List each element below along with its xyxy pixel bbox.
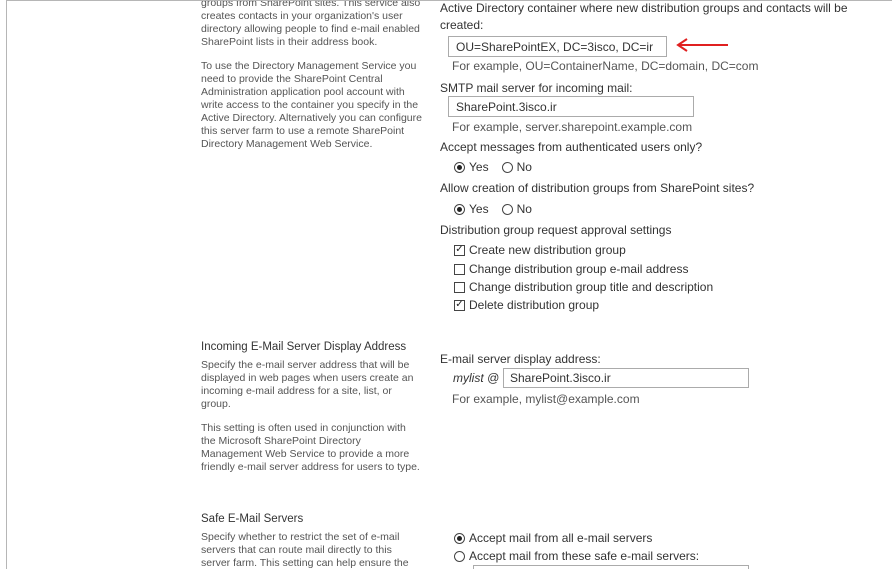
approval-option-label[interactable]: Change distribution group e-mail address bbox=[469, 262, 688, 276]
allow-creation-no-radio[interactable] bbox=[501, 203, 513, 215]
approval-option-change-title[interactable]: Change distribution group title and desc… bbox=[454, 280, 713, 294]
accept-all-label[interactable]: Accept mail from all e-mail servers bbox=[469, 531, 652, 545]
display-address-settings: E-mail server display address: mylist @ … bbox=[7, 341, 892, 421]
approval-option-delete[interactable]: ✓ Delete distribution group bbox=[454, 298, 599, 312]
allow-creation-label: Allow creation of distribution groups fr… bbox=[440, 181, 755, 195]
approval-option-create[interactable]: ✓ Create new distribution group bbox=[454, 243, 626, 257]
display-address-input[interactable] bbox=[503, 368, 749, 388]
allow-creation-radio-group: Yes No bbox=[454, 202, 545, 216]
smtp-example: For example, server.sharepoint.example.c… bbox=[452, 120, 693, 134]
accept-auth-no-radio[interactable] bbox=[501, 161, 513, 173]
container-example: For example, OU=ContainerName, DC=domain… bbox=[452, 59, 759, 73]
safe-servers-textarea[interactable] bbox=[473, 565, 749, 569]
checkbox-icon[interactable] bbox=[454, 281, 465, 293]
display-address-field-label: E-mail server display address: bbox=[440, 352, 601, 366]
approval-option-label[interactable]: Change distribution group title and desc… bbox=[469, 280, 713, 294]
safe-servers-settings: Accept mail from all e-mail servers Acce… bbox=[7, 513, 892, 569]
display-address-para-2: This setting is often used in conjunctio… bbox=[201, 422, 420, 473]
approval-option-label[interactable]: Create new distribution group bbox=[469, 243, 626, 257]
red-arrow-annotation bbox=[676, 38, 728, 52]
accept-safe-label[interactable]: Accept mail from these safe e-mail serve… bbox=[469, 549, 699, 563]
display-address-example: For example, mylist@example.com bbox=[452, 392, 640, 406]
accept-auth-yes-radio[interactable] bbox=[454, 161, 465, 173]
accept-auth-label: Accept messages from authenticated users… bbox=[440, 140, 703, 154]
safe-servers-option-all[interactable]: Accept mail from all e-mail servers bbox=[454, 531, 652, 545]
container-label-line1: Active Directory container where new dis… bbox=[440, 1, 848, 15]
approval-label: Distribution group request approval sett… bbox=[440, 223, 672, 237]
accept-safe-radio[interactable] bbox=[454, 550, 465, 562]
allow-creation-no-label[interactable]: No bbox=[517, 202, 532, 216]
safe-servers-option-safe[interactable]: Accept mail from these safe e-mail serve… bbox=[454, 549, 699, 563]
accept-auth-radio-group: Yes No bbox=[454, 160, 545, 174]
ad-container-input[interactable] bbox=[448, 36, 667, 57]
display-address-prefix: mylist @ bbox=[453, 371, 500, 385]
checkbox-icon[interactable] bbox=[454, 263, 465, 275]
accept-auth-yes-label[interactable]: Yes bbox=[469, 160, 489, 174]
accept-auth-no-label[interactable]: No bbox=[517, 160, 532, 174]
allow-creation-yes-radio[interactable] bbox=[454, 203, 465, 215]
allow-creation-yes-label[interactable]: Yes bbox=[469, 202, 489, 216]
approval-option-change-email[interactable]: Change distribution group e-mail address bbox=[454, 262, 688, 276]
checkbox-icon[interactable]: ✓ bbox=[454, 299, 465, 311]
approval-option-label[interactable]: Delete distribution group bbox=[469, 298, 599, 312]
checkbox-icon[interactable]: ✓ bbox=[454, 244, 465, 256]
directory-management-settings: Active Directory container where new dis… bbox=[7, 1, 892, 321]
smtp-label: SMTP mail server for incoming mail: bbox=[440, 81, 633, 95]
settings-page: groups from SharePoint sites. This servi… bbox=[6, 0, 892, 569]
accept-all-radio[interactable] bbox=[454, 532, 465, 544]
smtp-server-input[interactable] bbox=[448, 96, 694, 117]
container-label-line2: created: bbox=[440, 18, 484, 32]
